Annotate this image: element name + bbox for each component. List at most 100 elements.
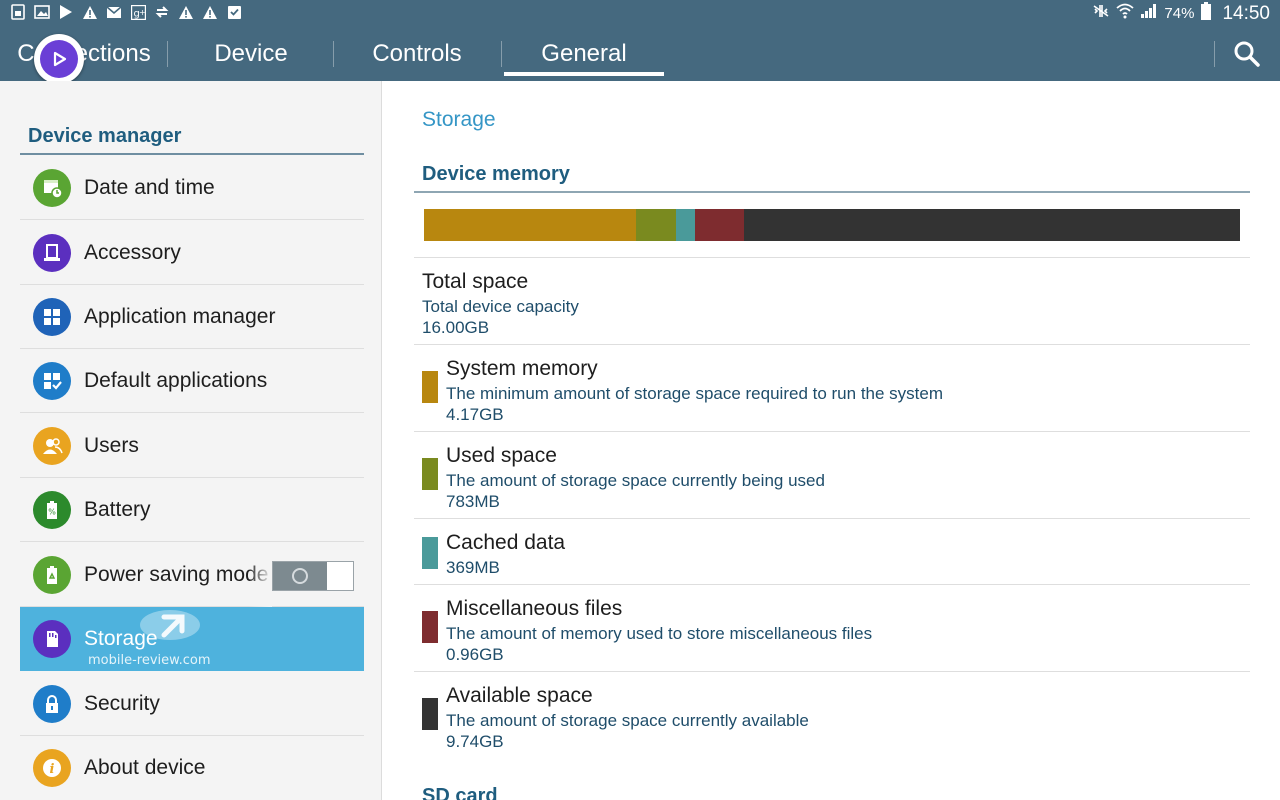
active-tab-indicator — [504, 72, 664, 76]
svg-text:+: + — [139, 8, 146, 17]
sidebar-item-battery[interactable]: % Battery — [20, 478, 364, 542]
row-title: Used space — [446, 444, 557, 467]
memory-bar-segment — [695, 209, 745, 241]
row-value: 783MB — [446, 492, 500, 511]
sidebar-item-label: Default applications — [84, 368, 268, 392]
watermark: mobile-review.com — [88, 653, 211, 668]
tab-connections[interactable]: Connections — [0, 26, 168, 81]
sidebar-item-label: Users — [84, 433, 139, 457]
grid-check-icon — [33, 361, 71, 400]
sidebar-section-header: Device manager — [20, 125, 364, 155]
signal-icon — [1140, 3, 1158, 24]
sidebar-item-default-applications[interactable]: Default applications — [20, 349, 364, 413]
row-value: 369MB — [446, 558, 500, 577]
row-description: The amount of memory used to store misce… — [446, 624, 873, 643]
google-plus-icon: g + — [130, 3, 146, 21]
sidebar-item-about-device[interactable]: i About device — [20, 736, 364, 800]
lock-icon — [33, 684, 71, 723]
row-title: System memory — [446, 357, 598, 380]
color-swatch — [422, 611, 438, 643]
tab-divider — [501, 41, 502, 67]
sidebar-item-users[interactable]: Users — [20, 414, 364, 478]
used-space-row[interactable]: Used space The amount of storage space c… — [414, 431, 1250, 518]
play-store-icon — [58, 3, 74, 21]
row-value: 0.96GB — [446, 645, 504, 664]
search-button[interactable] — [1230, 38, 1264, 70]
search-icon — [1234, 41, 1260, 67]
color-swatch — [422, 371, 438, 403]
sidebar-item-label: About device — [84, 756, 206, 779]
toggle-thumb — [273, 562, 327, 590]
calendar-clock-icon — [33, 168, 71, 207]
sidebar-item-label: Security — [84, 691, 160, 715]
color-swatch — [422, 458, 438, 490]
sidebar-item-label: Accessory — [84, 240, 181, 264]
system-memory-row[interactable]: System memory The minimum amount of stor… — [414, 344, 1250, 431]
svg-text:i: i — [50, 762, 55, 777]
row-description: The minimum amount of storage space requ… — [446, 384, 944, 403]
memory-bar-segment — [424, 209, 637, 241]
row-title: Cached data — [446, 531, 566, 554]
sidebar-item-label: Power saving mode — [84, 562, 269, 586]
row-title: Available space — [446, 684, 593, 707]
warning-icon — [178, 3, 194, 21]
watermark-arrow-icon — [140, 610, 200, 640]
cached-data-row[interactable]: Cached data 369MB — [414, 518, 1250, 584]
warning-icon — [202, 3, 218, 21]
available-space-row[interactable]: Available space The amount of storage sp… — [414, 671, 1250, 758]
floating-media-button[interactable] — [34, 34, 84, 84]
storage-panel: Storage Device memory Total space Total … — [383, 81, 1280, 800]
miscellaneous-files-row[interactable]: Miscellaneous files The amount of memory… — [414, 584, 1250, 671]
battery-icon: % — [33, 490, 71, 529]
page-title: Storage — [422, 108, 496, 131]
grid-icon — [33, 297, 71, 336]
wifi-icon — [1116, 3, 1135, 24]
row-value: 9.74GB — [446, 732, 504, 751]
row-value: 4.17GB — [446, 405, 504, 424]
sim-icon — [10, 3, 26, 21]
row-description: The amount of storage space currently be… — [446, 471, 825, 490]
system-status: 74% 14:50 — [1092, 2, 1270, 25]
color-swatch — [422, 698, 438, 730]
power-saving-toggle[interactable] — [272, 561, 354, 591]
row-value: 16.00GB — [422, 318, 490, 337]
color-swatch — [422, 537, 438, 569]
mute-icon — [1092, 3, 1110, 24]
sidebar-item-power-saving-mode[interactable]: Power saving mode — [20, 543, 364, 607]
sidebar-item-label: Date and time — [84, 175, 215, 199]
settings-sidebar: Device manager Date and time Accessory A… — [0, 81, 382, 800]
tab-controls[interactable]: Controls — [334, 26, 500, 81]
users-icon — [33, 426, 71, 465]
row-description: Total device capacity — [422, 297, 579, 316]
section-header: Device memory — [414, 163, 1250, 193]
sidebar-item-label: Application manager — [84, 304, 276, 328]
sidebar-item-application-manager[interactable]: Application manager — [20, 285, 364, 349]
row-title: Miscellaneous files — [446, 597, 623, 620]
row-title: Total space — [422, 270, 529, 293]
sidebar-item-label: Battery — [84, 497, 151, 521]
clipboard-icon — [226, 3, 242, 21]
sync-icon — [154, 3, 170, 21]
label-fade — [248, 543, 272, 607]
tab-divider — [1214, 41, 1215, 67]
accessory-icon — [33, 233, 71, 272]
sidebar-item-accessory[interactable]: Accessory — [20, 221, 364, 285]
settings-tab-bar: Connections Device Controls General — [0, 26, 1280, 81]
sidebar-item-date-and-time[interactable]: Date and time — [20, 156, 364, 220]
notification-icons: g + — [10, 3, 242, 21]
sidebar-item-security[interactable]: Security — [20, 672, 364, 736]
memory-bar-segment — [676, 209, 696, 241]
battery-percent: 74% — [1164, 5, 1195, 22]
recycle-icon — [33, 555, 71, 594]
svg-text:%: % — [48, 507, 56, 516]
total-space-row[interactable]: Total space Total device capacity 16.00G… — [414, 257, 1250, 344]
tab-device[interactable]: Device — [168, 26, 334, 81]
gallery-icon — [34, 3, 50, 21]
memory-bar-segment — [636, 209, 677, 241]
status-bar: g + 74% 14:50 — [0, 0, 1280, 26]
info-icon: i — [33, 749, 71, 787]
warning-icon — [82, 3, 98, 21]
battery-icon — [1200, 2, 1212, 25]
sd-card-icon — [33, 620, 71, 658]
sd-card-section-header: SD card — [422, 785, 498, 800]
